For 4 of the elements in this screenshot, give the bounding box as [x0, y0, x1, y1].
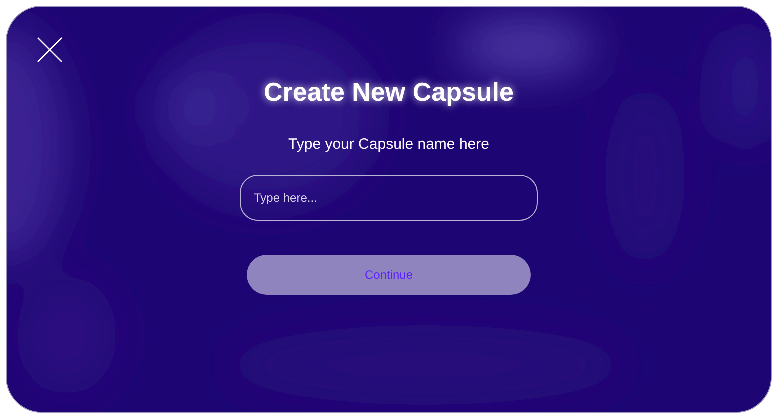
close-icon[interactable]: [37, 37, 63, 63]
dialog-title: Create New Capsule: [264, 76, 514, 109]
name-input-field[interactable]: Type here...: [240, 174, 538, 220]
dialog-subtitle: Type your Capsule name here: [288, 135, 490, 155]
